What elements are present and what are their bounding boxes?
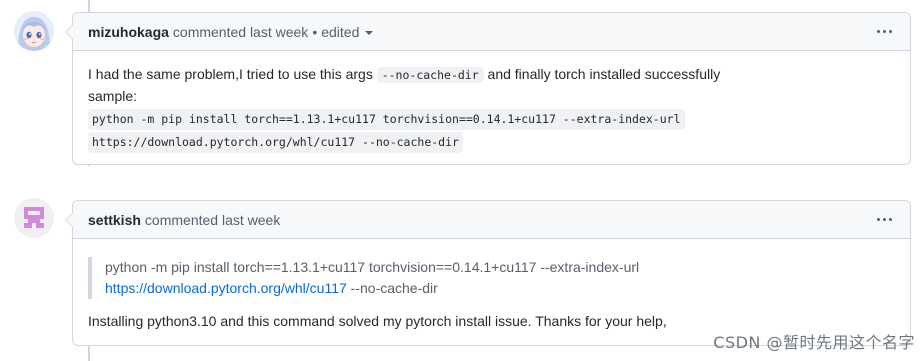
download-link[interactable]: https://download.pytorch.org/whl/cu117 (105, 280, 347, 296)
caret-down-icon (365, 30, 374, 35)
kebab-menu-icon[interactable] (873, 26, 896, 37)
kebab-menu-icon[interactable] (873, 214, 896, 225)
body-line-2: sample: (88, 88, 138, 104)
comment-timestamp[interactable]: commented last week (173, 24, 308, 40)
edited-dropdown[interactable]: edited (321, 23, 374, 40)
meta-separator: • (312, 23, 318, 40)
code-line-1: python -m pip install torch==1.13.1+cu11… (88, 109, 685, 130)
body-text: I had the same problem,I tried to use th… (88, 66, 377, 82)
timeline-gap (86, 166, 92, 200)
comment-body: python -m pip install torch==1.13.1+cu11… (73, 239, 910, 342)
blockquote: python -m pip install torch==1.13.1+cu11… (88, 257, 895, 299)
comment-header: settkish commented last week (73, 201, 910, 239)
quote-text: --no-cache-dir (346, 280, 438, 296)
inline-code: --no-cache-dir (376, 67, 484, 83)
body-line-1: I had the same problem,I tried to use th… (88, 64, 895, 86)
code-line-2: https://download.pytorch.org/whl/cu117 -… (88, 132, 463, 153)
avatar[interactable] (14, 198, 54, 238)
edited-label: edited (321, 23, 360, 40)
watermark: CSDN @暂时先用这个名字 (713, 333, 915, 352)
comment-header: mizuhokaga commented last week • edited (73, 13, 910, 51)
avatar-image-settkish (14, 198, 54, 238)
comment-card: mizuhokaga commented last week • edited … (65, 12, 911, 165)
comment-body: I had the same problem,I tried to use th… (73, 51, 910, 163)
body-text: and finally torch installed successfully (483, 66, 721, 82)
avatar[interactable] (14, 11, 54, 51)
author-link[interactable]: settkish (88, 212, 141, 228)
comment-card: settkish commented last week python -m p… (65, 200, 911, 346)
comment-timestamp[interactable]: commented last week (145, 212, 280, 228)
avatar-image-mizuhokaga (14, 11, 54, 51)
quote-line-1: python -m pip install torch==1.13.1+cu11… (105, 259, 640, 275)
page: mizuhokaga commented last week • edited … (0, 0, 923, 361)
author-link[interactable]: mizuhokaga (88, 24, 169, 40)
